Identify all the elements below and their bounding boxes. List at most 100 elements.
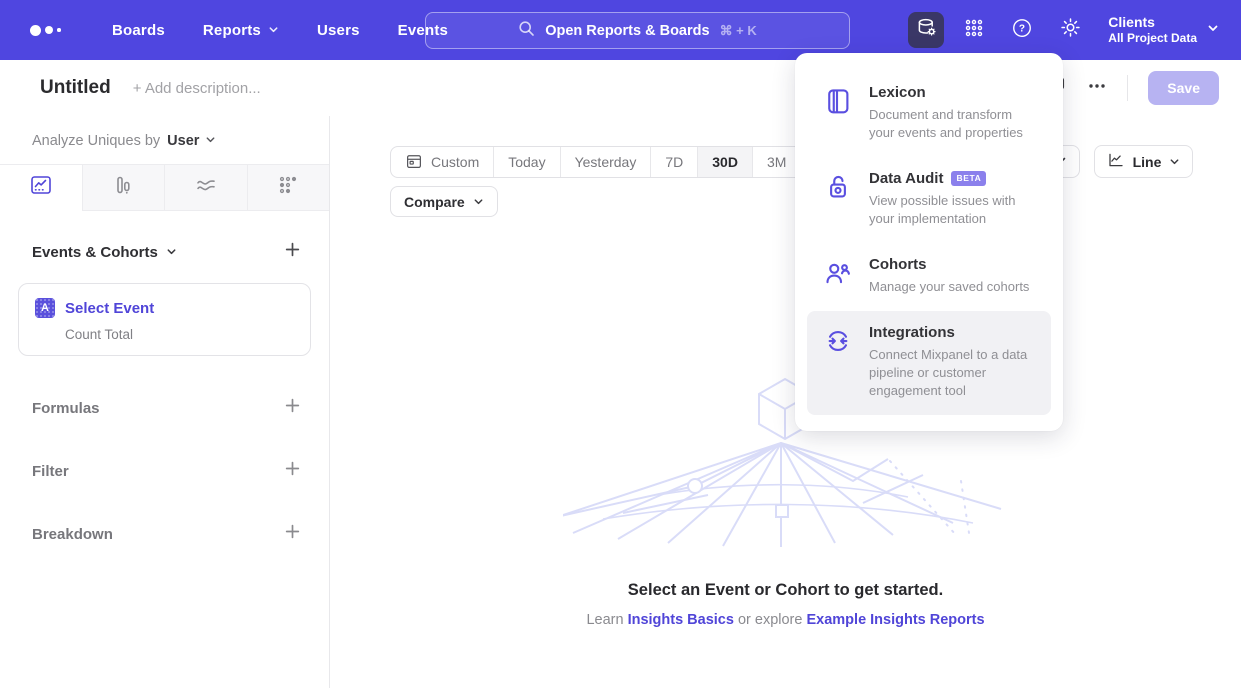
- chart-style-dropdown[interactable]: Line: [1094, 145, 1193, 178]
- dots-grid-icon: [276, 173, 300, 202]
- insights-basics-link[interactable]: Insights Basics: [628, 612, 734, 628]
- breakdown-section-header: Breakdown: [0, 523, 329, 545]
- chart-type-tabs: [0, 164, 329, 211]
- event-card-select-event[interactable]: A Select Event Count Total: [18, 283, 311, 356]
- compare-dropdown[interactable]: Compare: [390, 186, 498, 217]
- report-header-actions: Save: [1045, 60, 1219, 116]
- compare-label: Compare: [404, 194, 465, 210]
- line-chart-icon: [29, 173, 53, 202]
- project-scope: All Project Data: [1108, 31, 1197, 46]
- add-description-field[interactable]: + Add description...: [133, 80, 261, 97]
- menu-item-lexicon[interactable]: Lexicon Document and transform your even…: [807, 71, 1051, 157]
- chevron-down-icon: [1169, 154, 1180, 170]
- analyze-uniques-row: Analyze Uniques by User: [0, 116, 329, 164]
- events-cohorts-section-header: Events & Cohorts: [0, 241, 329, 263]
- navbar-right: ? Clients All Project Data: [908, 0, 1241, 60]
- stacked-flow-icon: [194, 173, 218, 202]
- apps-grid-button[interactable]: [956, 12, 992, 48]
- chevron-down-icon: [1207, 21, 1219, 39]
- range-label: 30D: [712, 154, 738, 170]
- plus-icon: [284, 523, 301, 545]
- nav-item-label: Reports: [203, 22, 261, 39]
- svg-text:?: ?: [1019, 23, 1025, 34]
- date-range-control: Custom Today Yesterday 7D 30D 3M 6M: [390, 146, 850, 178]
- nav-item-boards[interactable]: Boards: [112, 22, 165, 39]
- data-audit-icon: [823, 170, 853, 228]
- tab-bar-chart[interactable]: [82, 165, 165, 210]
- ellipsis-icon: [1087, 76, 1107, 101]
- menu-item-description: Connect Mixpanel to a data pipeline or c…: [869, 346, 1037, 400]
- logo-dot: [57, 28, 61, 32]
- range-30d-active[interactable]: 30D: [697, 147, 752, 177]
- database-gear-icon: [915, 16, 938, 44]
- help-icon: ?: [1011, 17, 1033, 44]
- events-cohorts-dropdown[interactable]: Events & Cohorts: [32, 244, 177, 261]
- empty-state-title: Select an Event or Cohort to get started…: [330, 581, 1241, 600]
- logo-dot: [45, 26, 53, 34]
- report-title[interactable]: Untitled: [40, 77, 111, 99]
- chart-style-label: Line: [1133, 154, 1162, 170]
- menu-item-title: Cohorts: [869, 256, 1029, 273]
- select-event-label[interactable]: Select Event: [65, 300, 154, 317]
- nav-item-users[interactable]: Users: [317, 22, 360, 39]
- filter-section-header: Filter: [0, 460, 329, 482]
- nav-item-reports[interactable]: Reports: [203, 22, 279, 39]
- data-management-button[interactable]: [908, 12, 944, 48]
- add-formula-button[interactable]: [284, 397, 301, 419]
- range-7d[interactable]: 7D: [650, 147, 697, 177]
- chevron-down-icon: [166, 244, 177, 261]
- chevron-down-icon: [268, 22, 279, 39]
- count-total-label[interactable]: Count Total: [65, 327, 294, 342]
- more-options-button[interactable]: [1087, 76, 1107, 101]
- search-shortcut: ⌘ + K: [720, 23, 757, 39]
- breakdown-label: Breakdown: [32, 526, 113, 543]
- menu-item-data-audit[interactable]: Data Audit BETA View possible issues wit…: [807, 157, 1051, 243]
- menu-item-description: Manage your saved cohorts: [869, 278, 1029, 296]
- mixpanel-logo[interactable]: [30, 25, 74, 36]
- add-breakdown-button[interactable]: [284, 523, 301, 545]
- help-button[interactable]: ?: [1004, 12, 1040, 48]
- tab-line-chart[interactable]: [0, 165, 82, 211]
- search-placeholder: Open Reports & Boards: [545, 23, 709, 39]
- add-event-button[interactable]: [284, 241, 301, 263]
- range-custom[interactable]: Custom: [391, 147, 493, 177]
- event-series-badge: A: [35, 298, 55, 318]
- example-insights-reports-link[interactable]: Example Insights Reports: [806, 612, 984, 628]
- search-icon: [518, 20, 535, 42]
- range-today[interactable]: Today: [493, 147, 559, 177]
- range-label: Custom: [431, 154, 479, 170]
- integrations-icon: [823, 324, 853, 400]
- settings-button[interactable]: [1052, 12, 1088, 48]
- calendar-icon: [405, 152, 423, 173]
- query-sidebar: Analyze Uniques by User: [0, 116, 330, 688]
- menu-item-cohorts[interactable]: Cohorts Manage your saved cohorts: [807, 243, 1051, 311]
- project-name: Clients: [1108, 14, 1197, 32]
- range-yesterday[interactable]: Yesterday: [560, 147, 651, 177]
- add-filter-button[interactable]: [284, 460, 301, 482]
- save-button[interactable]: Save: [1148, 71, 1219, 105]
- beta-badge: BETA: [951, 171, 986, 186]
- chevron-down-icon: [473, 194, 484, 210]
- divider: [1127, 75, 1128, 101]
- events-cohorts-label: Events & Cohorts: [32, 244, 158, 261]
- empty-state-subtitle: Learn Insights Basics or explore Example…: [330, 612, 1241, 628]
- empty-state-text: Learn: [586, 612, 623, 628]
- tab-stacked-chart[interactable]: [164, 165, 247, 210]
- range-label: 3M: [767, 154, 786, 170]
- range-3m[interactable]: 3M: [752, 147, 800, 177]
- range-label: Today: [508, 154, 545, 170]
- menu-item-description: Document and transform your events and p…: [869, 106, 1037, 142]
- analyze-label: Analyze Uniques by: [32, 133, 160, 149]
- line-chart-icon: [1107, 151, 1125, 172]
- book-icon: [823, 84, 853, 142]
- analyze-value-dropdown[interactable]: User: [167, 133, 216, 149]
- tab-metric-chart[interactable]: [247, 165, 330, 210]
- global-search-input[interactable]: Open Reports & Boards ⌘ + K: [425, 12, 850, 49]
- cohorts-icon: [823, 256, 853, 296]
- analyze-value: User: [167, 133, 199, 149]
- range-label: Yesterday: [575, 154, 637, 170]
- menu-item-integrations[interactable]: Integrations Connect Mixpanel to a data …: [807, 311, 1051, 415]
- formulas-label: Formulas: [32, 400, 100, 417]
- project-switcher[interactable]: Clients All Project Data: [1108, 14, 1219, 47]
- nav-item-label: Boards: [112, 22, 165, 39]
